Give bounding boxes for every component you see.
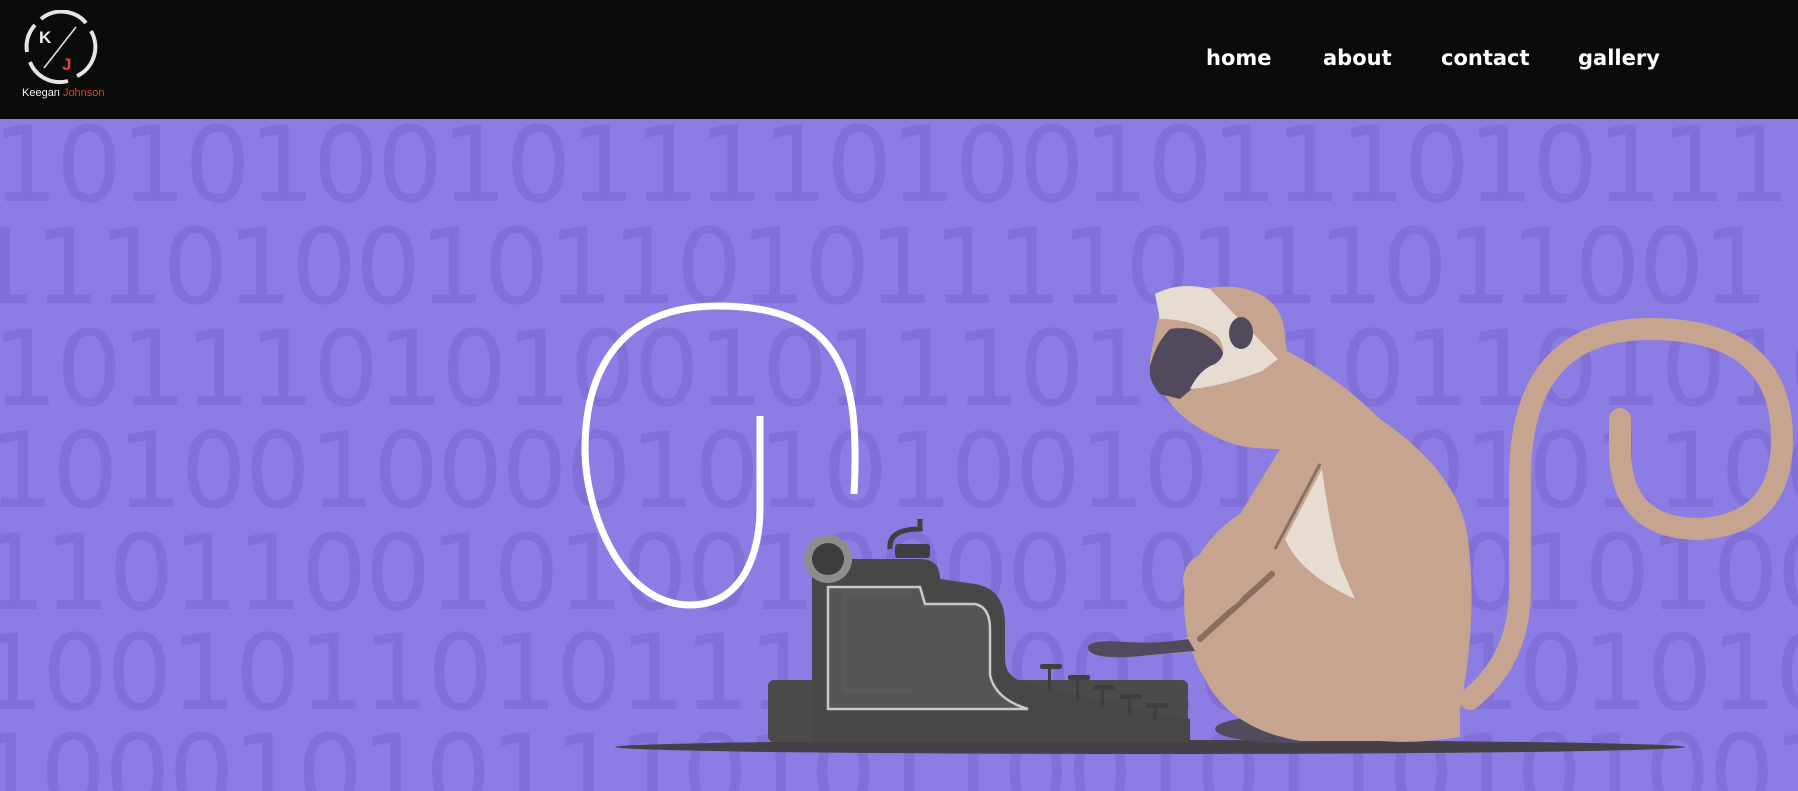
logo-emblem-icon: K J — [24, 10, 98, 85]
monkey-icon — [1087, 285, 1794, 743]
logo-last-name: Johnson — [62, 87, 105, 99]
site-logo[interactable]: K J Keegan Johnson — [20, 10, 105, 102]
nav-about-link[interactable]: about — [1323, 46, 1392, 70]
typewriter-icon — [768, 519, 1190, 742]
site-header: K J Keegan Johnson home about contact gal… — [0, 0, 1798, 119]
nav-contact-link[interactable]: contact — [1441, 46, 1530, 70]
monkey-typewriter-illustration — [581, 285, 1794, 754]
hero-banner: 101010010111101001011101011110 111010010… — [0, 119, 1798, 791]
ground-shadow — [615, 740, 1685, 754]
logo-initial-first: K — [39, 28, 52, 47]
logo-name: Keegan Johnson — [22, 87, 105, 99]
nav-gallery-link[interactable]: gallery — [1578, 46, 1660, 70]
logo-first-name: Keegan — [22, 87, 60, 99]
nav-home-link[interactable]: home — [1206, 46, 1272, 70]
logo-initial-last: J — [62, 55, 71, 74]
